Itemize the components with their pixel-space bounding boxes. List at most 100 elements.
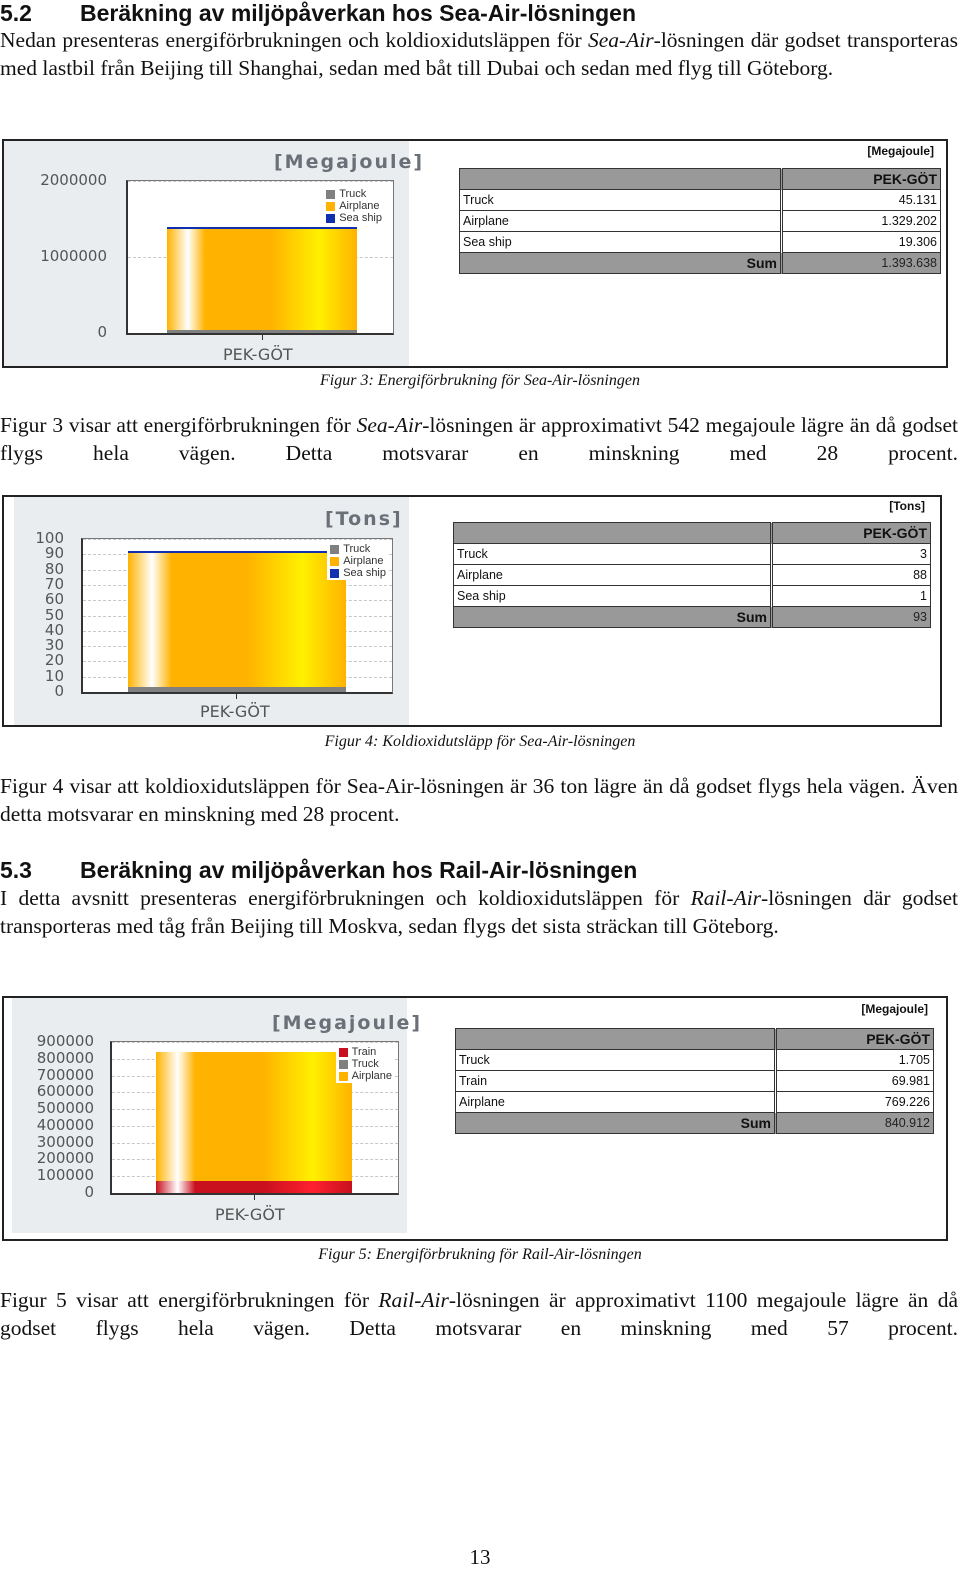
bar-segment-truck — [128, 687, 346, 692]
chart-panel: [Tons] Truck Airplane Sea ship 0 10 20 30 40 50… — [14, 497, 409, 725]
y-tick-label: 200000 — [36, 1149, 94, 1168]
chart-legend: Truck Airplane Sea ship — [327, 542, 389, 580]
legend-item: Airplane — [330, 555, 386, 567]
legend-swatch — [326, 201, 336, 211]
section-heading-5-3: 5.3 Beräkning av miljöpåverkan hos Rail-A… — [0, 857, 637, 883]
table-sum-row: Sum 93 — [453, 606, 931, 628]
row-value: 1 — [771, 585, 931, 607]
bar-segment-sea-ship — [128, 551, 346, 553]
text-run: I detta avsnitt presenteras energiförbru… — [0, 886, 691, 910]
x-tick — [236, 694, 237, 699]
legend-label: Truck — [339, 188, 367, 200]
y-tick-label: 50 — [44, 605, 64, 624]
legend-swatch — [338, 1059, 348, 1069]
bar-segment-airplane — [167, 228, 357, 330]
legend-swatch — [330, 568, 340, 578]
sum-value: 1.393.638 — [781, 252, 941, 274]
plot-area: Train Truck Airplane — [110, 1041, 399, 1195]
table-row: Airplane 769.226 — [455, 1091, 934, 1113]
table-unit: [Tons] — [889, 499, 925, 513]
legend-label: Truck — [343, 543, 371, 555]
row-value: 3 — [771, 543, 931, 565]
y-tick-label: 400000 — [36, 1115, 94, 1134]
row-label: Airplane — [453, 564, 773, 586]
table-row: Sea ship 1 — [453, 585, 931, 607]
legend-item: Sea ship — [326, 212, 382, 224]
row-value: 1.329.202 — [781, 210, 941, 232]
bar-segment-sea-ship — [167, 227, 357, 229]
table-sum-row: Sum 840.912 — [455, 1112, 934, 1134]
sum-label: Sum — [459, 252, 783, 274]
section-number: 5.3 — [0, 857, 32, 883]
text-run-italic: Sea-Air — [587, 28, 654, 52]
x-tick-label: PEK-GÖT — [200, 702, 270, 721]
text-run-italic: Rail-Air — [378, 1288, 449, 1312]
table-unit: [Megajoule] — [861, 1002, 928, 1016]
sum-value: 93 — [771, 606, 931, 628]
table-row: Airplane 88 — [453, 564, 931, 586]
chart-unit-title: [Megajoule] — [272, 1012, 423, 1034]
legend-item: Airplane — [338, 1070, 392, 1082]
table-header-row: PEK-GÖT — [459, 168, 941, 190]
figure-4-description: Figur 4 visar att koldioxidutsläppen för… — [0, 774, 958, 826]
text-run: Nedan presenteras energiförbrukningen oc… — [0, 28, 588, 52]
table-header-row: PEK-GÖT — [453, 522, 931, 544]
legend-item: Truck — [338, 1058, 392, 1070]
chart-panel: [Megajoule] Truck Airplane Sea ship 0 10000… — [4, 141, 422, 366]
gridline — [112, 1042, 398, 1043]
row-label: Truck — [455, 1049, 777, 1071]
text-run: Figur 5 visar att energiförbrukningen fö… — [0, 1288, 379, 1312]
chart-unit-title: [Tons] — [325, 508, 403, 530]
legend-label: Airplane — [343, 555, 384, 567]
table-row: Truck 1.705 — [455, 1049, 934, 1071]
row-label: Truck — [459, 189, 783, 211]
legend-swatch — [330, 544, 340, 554]
figure-5-description: Figur 5 visar att energiförbrukningen fö… — [0, 1286, 958, 1342]
chart-unit-title: [Megajoule] — [274, 151, 425, 173]
y-tick-label: 100 — [35, 529, 64, 547]
table-row: Airplane 1.329.202 — [459, 210, 941, 232]
x-tick — [254, 1195, 255, 1200]
legend-swatch — [326, 213, 336, 223]
legend-item: Truck — [330, 543, 386, 555]
row-label: Sea ship — [453, 585, 773, 607]
plot-area: Truck Airplane Sea ship — [81, 538, 393, 694]
bar-segment-truck — [167, 329, 357, 333]
table-row: Truck 3 — [453, 543, 931, 565]
legend-label: Sea ship — [343, 567, 386, 579]
x-tick-label: PEK-GÖT — [223, 345, 293, 364]
text-run: Figur 3 visar att energiförbrukningen fö… — [0, 413, 357, 437]
text-run-italic: Sea-Air — [356, 413, 423, 437]
y-tick-label: 0 — [54, 682, 64, 700]
figure-3-frame: [Megajoule] Truck Airplane Sea ship 0 10000… — [2, 139, 948, 368]
chart-panel: [Megajoule] Train Truck Airplane 0 100000 20… — [12, 998, 420, 1233]
legend-label: Sea ship — [339, 212, 382, 224]
plot-area: Truck Airplane Sea ship — [126, 180, 394, 335]
data-table: PEK-GÖT Truck 1.705 Train 69.981 Airplane 7… — [455, 1028, 934, 1134]
row-label: Train — [455, 1070, 777, 1092]
row-value: 88 — [771, 564, 931, 586]
table-row: Train 69.981 — [455, 1070, 934, 1092]
legend-label: Truck — [351, 1058, 379, 1070]
legend-item: Airplane — [326, 200, 382, 212]
section-intro-paragraph: I detta avsnitt presenteras energiförbru… — [0, 884, 958, 940]
legend-item: Sea ship — [330, 567, 386, 579]
table-header-empty — [459, 168, 783, 190]
figure-4-frame: [Tons] Truck Airplane Sea ship 0 10 20 30 40 50… — [2, 495, 942, 727]
y-tick-label: 100000 — [36, 1166, 94, 1185]
table-row: Sea ship 19.306 — [459, 231, 941, 253]
sum-label: Sum — [453, 606, 773, 628]
section-heading-5-2: 5.2 Beräkning av miljöpåverkan hos Sea-Ai… — [0, 0, 636, 26]
legend-swatch — [330, 556, 340, 566]
y-tick-label: 300000 — [36, 1132, 94, 1151]
figure-5-caption: Figur 5: Energiförbrukning för Rail-Air-… — [318, 1246, 642, 1263]
legend-label: Airplane — [339, 200, 380, 212]
section-title: Beräkning av miljöpåverkan hos Rail-Air-… — [80, 857, 638, 883]
table-header-empty — [453, 522, 773, 544]
table-column-header: PEK-GÖT — [775, 1028, 934, 1050]
gridline — [128, 181, 393, 182]
data-table: PEK-GÖT Truck 45.131 Airplane 1.329.202 Se… — [459, 168, 941, 274]
section-number: 5.2 — [0, 0, 32, 26]
figure-3-caption: Figur 3: Energiförbrukning för Sea-Air-l… — [320, 372, 640, 389]
section-title: Beräkning av miljöpåverkan hos Sea-Air-l… — [80, 0, 636, 26]
